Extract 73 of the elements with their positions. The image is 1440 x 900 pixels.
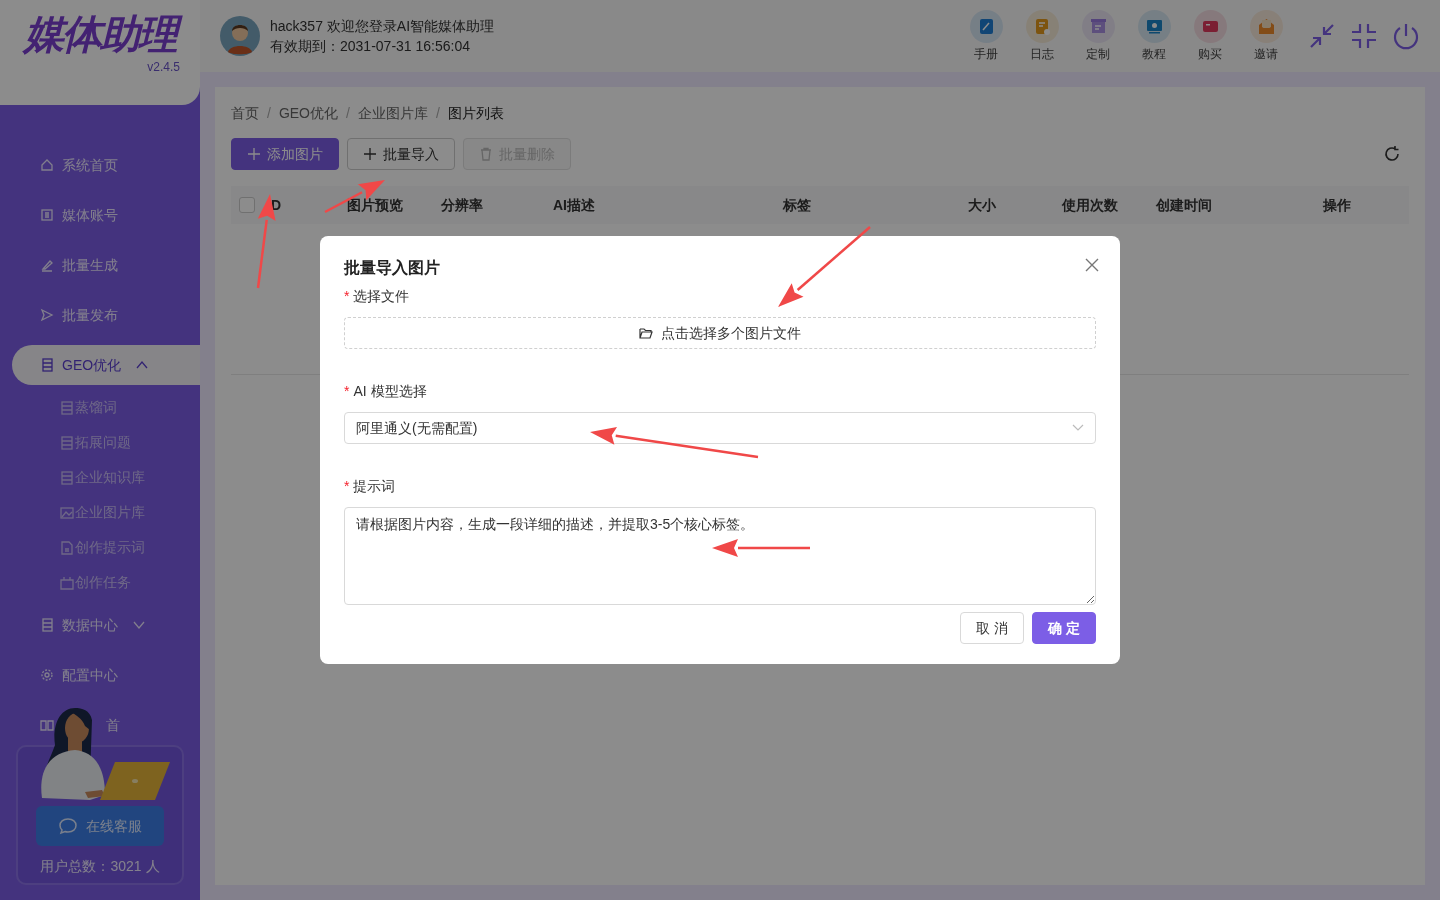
table-icon bbox=[40, 358, 54, 372]
user-count-text: 用户总数：3021 人 bbox=[40, 857, 160, 876]
breadcrumb-item[interactable]: 首页 bbox=[231, 103, 259, 124]
sidebar-item[interactable]: 媒体账号 bbox=[0, 190, 200, 240]
breadcrumb-item[interactable]: GEO优化 bbox=[278, 103, 338, 124]
avatar-icon bbox=[220, 16, 260, 56]
column-header: 创建时间 bbox=[1156, 195, 1213, 215]
separator-text: / bbox=[435, 104, 440, 123]
refresh-icon[interactable] bbox=[1383, 145, 1401, 163]
toolbar-button[interactable]: 教程 bbox=[1136, 9, 1172, 63]
cancel-button[interactable]: 取 消 bbox=[960, 612, 1025, 644]
gear-icon bbox=[40, 668, 54, 682]
table-icon bbox=[60, 435, 74, 450]
column-header: 分辨率 bbox=[441, 195, 484, 215]
calendar-icon bbox=[60, 575, 74, 590]
sidebar-item[interactable]: 批量生成 bbox=[0, 240, 200, 290]
toolbar-button[interactable]: 购买 bbox=[1192, 9, 1228, 63]
column-header: AI描述 bbox=[553, 195, 596, 215]
prompt-textarea[interactable]: 请根据图片内容，生成一段详细的描述，并提取3-5个核心标签。 bbox=[344, 507, 1096, 605]
document-icon bbox=[60, 540, 74, 555]
column-header: 操作 bbox=[1323, 195, 1352, 215]
sidebar-item[interactable]: 系统首页 bbox=[0, 140, 200, 190]
upload-area[interactable]: 点击选择多个图片文件 bbox=[344, 317, 1096, 349]
logo-text: 媒体助理 bbox=[24, 10, 180, 58]
column-header: 使用次数 bbox=[1062, 195, 1119, 215]
toolbar-button[interactable]: 定制 bbox=[1080, 9, 1116, 63]
confirm-button[interactable]: 确 定 bbox=[1032, 612, 1096, 644]
support-button[interactable]: 在线客服 bbox=[36, 806, 164, 846]
sidebar-item[interactable]: 批量发布 bbox=[0, 290, 200, 340]
plus-icon bbox=[363, 147, 377, 161]
sidebar-item[interactable]: GEO优化 bbox=[12, 345, 200, 385]
action-button[interactable]: 添加图片 bbox=[231, 138, 339, 170]
field-label: * 提示词 bbox=[344, 477, 397, 496]
chevron-down-icon bbox=[1072, 424, 1084, 432]
separator-text: / bbox=[346, 104, 350, 123]
toolbar-button[interactable]: 邀请 bbox=[1248, 9, 1284, 63]
table-icon bbox=[40, 618, 54, 632]
breadcrumb-item[interactable]: 企业图片库 bbox=[357, 103, 428, 124]
sidebar-item[interactable]: 数据中心 bbox=[0, 600, 200, 650]
select-all-checkbox[interactable] bbox=[239, 197, 255, 213]
expiry-text: 有效期到：2031-07-31 16:56:04 bbox=[270, 37, 471, 56]
field-label: * AI 模型选择 bbox=[344, 382, 428, 401]
home-icon bbox=[40, 158, 54, 172]
greeting-text: hack357 欢迎您登录AI智能媒体助理 bbox=[270, 17, 495, 36]
toolbar-button[interactable]: 日志 bbox=[1024, 9, 1060, 63]
field-label: * 选择文件 bbox=[344, 287, 411, 306]
close-icon bbox=[1085, 258, 1099, 273]
toolbar-button[interactable]: 手册 bbox=[968, 9, 1004, 63]
image-icon bbox=[60, 505, 74, 520]
pencil-icon bbox=[40, 258, 54, 272]
separator-text: / bbox=[267, 104, 271, 123]
chat-icon bbox=[58, 817, 78, 835]
column-header: D bbox=[271, 195, 283, 215]
column-header: 标签 bbox=[783, 195, 812, 215]
folder-icon bbox=[639, 327, 653, 339]
model-select[interactable]: 阿里通义(无需配置) bbox=[344, 412, 1096, 444]
collapse-icon[interactable] bbox=[1308, 22, 1336, 50]
column-header: 大小 bbox=[968, 195, 997, 215]
send-icon bbox=[40, 308, 54, 322]
trash-icon bbox=[479, 147, 493, 161]
dialog-title: 批量导入图片 bbox=[344, 258, 440, 278]
table-icon bbox=[60, 400, 74, 415]
action-button[interactable]: 批量导入 bbox=[347, 138, 455, 170]
table-icon bbox=[60, 470, 74, 485]
plus-icon bbox=[247, 147, 261, 161]
column-header: 图片预览 bbox=[347, 195, 404, 215]
list-icon bbox=[40, 208, 54, 222]
book-icon bbox=[40, 718, 54, 732]
version-text: v2.4.5 bbox=[147, 59, 180, 76]
exit-fullscreen-icon[interactable] bbox=[1350, 22, 1378, 50]
power-icon[interactable] bbox=[1392, 22, 1420, 50]
breadcrumb-item: 图片列表 bbox=[447, 104, 504, 123]
sidebar-item[interactable]: 配置中心 bbox=[0, 650, 200, 700]
